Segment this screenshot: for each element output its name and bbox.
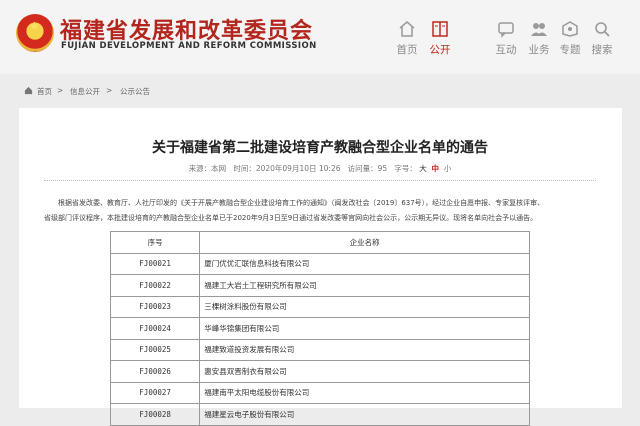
table-row: FJ00023 三棵树涂料股份有限公司 — [109, 295, 530, 318]
nav-home-label: 首页 — [396, 44, 418, 56]
article-source: 来源：本网 — [188, 164, 227, 173]
book-icon — [432, 21, 448, 37]
table-row: FJ00022 福建工大岩土工程研究所有限公司 — [109, 274, 530, 297]
article-paragraph-line2: 省级部门评议程序，本批建设培育的产教融合型企业名单已于2020年9月3日至9日通… — [44, 214, 538, 222]
table-row: FJ00026 惠安县双晋制衣有限公司 — [109, 360, 530, 383]
search-icon — [595, 22, 610, 37]
breadcrumb-info-public[interactable]: 信息公开 — [70, 86, 100, 97]
row-code: FJ00024 — [109, 317, 201, 340]
table-row: FJ00028 福建星云电子股份有限公司 — [109, 403, 530, 426]
row-enterprise-name: 福建工大岩土工程研究所有限公司 — [199, 274, 530, 297]
font-size-small[interactable]: 小 — [444, 164, 452, 173]
row-enterprise-name: 福建南平太阳电缆股份有限公司 — [199, 381, 530, 404]
enterprise-table: 序号 企业名称 FJ00021 厦门优优汇联信息科技有限公司 FJ00022 福建工… — [109, 231, 530, 426]
row-enterprise-name: 厦门优优汇联信息科技有限公司 — [199, 252, 530, 275]
table-row: FJ00025 福建致道投资发展有限公司 — [109, 338, 530, 361]
row-enterprise-name: 三棵树涂料股份有限公司 — [199, 295, 530, 318]
nav-business-label: 业务 — [528, 44, 550, 56]
nav-interaction-label: 互动 — [495, 44, 517, 56]
row-code: FJ00022 — [109, 274, 201, 297]
row-enterprise-name: 华峰华锦集团有限公司 — [199, 317, 530, 340]
row-code: FJ00025 — [109, 338, 201, 361]
breadcrumb-home[interactable]: 首页 — [37, 86, 52, 97]
font-size-label: 字号： — [394, 164, 417, 173]
site-subtitle: FUJIAN DEVELOPMENT AND REFORM COMMISSION — [61, 41, 317, 51]
table-row: FJ00021 厦门优优汇联信息科技有限公司 — [109, 252, 530, 275]
meta-divider — [44, 180, 596, 181]
emblem-star-icon: ★ — [29, 19, 40, 33]
nav-topics-label: 专题 — [559, 44, 581, 56]
row-code: FJ00026 — [109, 360, 201, 383]
home-icon — [24, 86, 33, 95]
home-icon — [399, 21, 415, 37]
row-enterprise-name: 福建星云电子股份有限公司 — [199, 403, 530, 426]
table-row: FJ00024 华峰华锦集团有限公司 — [109, 317, 530, 340]
row-enterprise-name: 惠安县双晋制衣有限公司 — [199, 360, 530, 383]
article-paragraph-line1: 根据省发改委、教育厅、人社厅印发的《关于开展产教融合型企业建设培育工作的通知》（… — [58, 199, 545, 207]
breadcrumb-separator: > — [57, 86, 64, 95]
article-time: 时间：2020年09月10日 10:26 — [233, 164, 341, 173]
article-views: 访问量：95 — [347, 164, 388, 173]
breadcrumb-announcements[interactable]: 公示公告 — [120, 86, 150, 97]
nav-search[interactable]: 搜索 — [582, 20, 622, 57]
column-header-enterprise: 企业名称 — [199, 231, 530, 254]
topic-icon — [562, 21, 578, 37]
people-icon — [531, 23, 547, 36]
article-title: 关于福建省第二批建设培育产教融合型企业名单的通告 — [152, 140, 488, 156]
table-header-row: 序号 企业名称 — [109, 231, 530, 254]
row-code: FJ00028 — [109, 403, 201, 426]
row-code: FJ00027 — [109, 381, 201, 404]
table-row: FJ00027 福建南平太阳电缆股份有限公司 — [109, 381, 530, 404]
article-meta: 来源：本网 时间：2020年09月10日 10:26 访问量：95 字号： 大 … — [0, 163, 640, 174]
site-header: ★ 福建省发展和改革委员会 FUJIAN DEVELOPMENT AND REF… — [0, 0, 640, 74]
column-header-number: 序号 — [109, 231, 201, 254]
font-size-large[interactable]: 大 — [419, 164, 427, 173]
chat-icon — [498, 22, 514, 38]
font-size-medium[interactable]: 中 — [432, 164, 440, 173]
breadcrumb-separator: > — [106, 86, 113, 95]
nav-search-label: 搜索 — [591, 44, 613, 56]
nav-public-label: 公开 — [429, 44, 451, 56]
row-code: FJ00021 — [109, 252, 201, 275]
breadcrumb: 首页 > 信息公开 > 公示公告 — [0, 82, 640, 100]
nav-public[interactable]: 公开 — [420, 20, 460, 57]
row-enterprise-name: 福建致道投资发展有限公司 — [199, 338, 530, 361]
row-code: FJ00023 — [109, 295, 201, 318]
